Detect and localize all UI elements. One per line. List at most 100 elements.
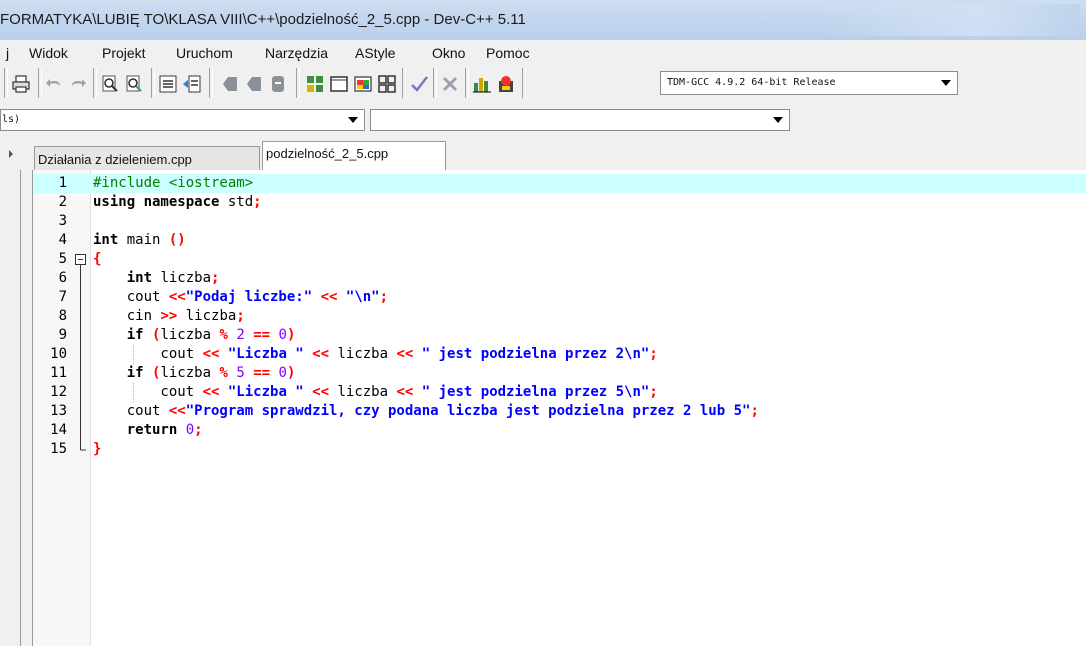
code-line[interactable]: 14 return 0; xyxy=(33,421,1086,440)
toolbar-separator xyxy=(465,68,469,98)
tab-label: Działania z dzieleniem.cpp xyxy=(38,152,192,167)
code-line[interactable]: 7 cout <<"Podaj liczbe:" << "\n"; xyxy=(33,288,1086,307)
tab-podzielnosc[interactable]: podzielność_2_5.cpp xyxy=(262,141,446,170)
bookmark-next-icon[interactable] xyxy=(244,74,264,94)
menu-item-pomoc[interactable]: Pomoc xyxy=(486,45,530,61)
chevron-down-icon xyxy=(773,117,783,123)
chevron-down-icon xyxy=(941,80,951,86)
undo-icon[interactable] xyxy=(45,74,65,94)
tab-dzialania[interactable]: Działania z dzieleniem.cpp xyxy=(34,146,260,170)
code-token: << xyxy=(396,384,414,400)
run-icon[interactable] xyxy=(329,74,349,94)
compiler-select[interactable]: TDM-GCC 4.9.2 64-bit Release xyxy=(660,71,958,95)
code-token: 0 xyxy=(278,365,287,381)
menu-item-widok[interactable]: Widok xyxy=(29,45,68,61)
code-text: if (liczba % 5 == 0) xyxy=(93,364,296,383)
chart-icon[interactable] xyxy=(472,74,492,94)
code-token: << xyxy=(202,384,220,400)
check-icon[interactable] xyxy=(409,74,429,94)
class-combo[interactable]: ls) xyxy=(0,109,365,131)
code-line[interactable]: 5{ xyxy=(33,250,1086,269)
indent-icon[interactable] xyxy=(158,74,178,94)
code-text: cout << "Liczba " << liczba << " jest po… xyxy=(93,383,658,402)
code-token: << xyxy=(312,384,330,400)
code-token: "Liczba " xyxy=(227,384,304,400)
code-token: main xyxy=(118,232,169,248)
code-line[interactable]: 10 cout << "Liczba " << liczba << " jest… xyxy=(33,345,1086,364)
line-number: 11 xyxy=(50,365,67,381)
code-token: "Program sprawdzil, czy podana liczba je… xyxy=(185,403,751,419)
code-line[interactable]: 2 using namespace std; xyxy=(33,193,1086,212)
menu-item-uruchom[interactable]: Uruchom xyxy=(176,45,233,61)
code-token: 0 xyxy=(278,327,287,343)
menu-item-astyle[interactable]: AStyle xyxy=(355,45,395,61)
line-number: 2 xyxy=(58,194,67,210)
code-token: int xyxy=(126,270,153,286)
code-token: 0 xyxy=(185,422,195,438)
rebuild-icon[interactable] xyxy=(377,74,397,94)
fold-line xyxy=(80,402,81,421)
code-line[interactable]: 12 cout << "Liczba " << liczba << " jest… xyxy=(33,383,1086,402)
code-line[interactable]: 6 int liczba; xyxy=(33,269,1086,288)
menu-item-narzedzia[interactable]: Narzędzia xyxy=(265,45,328,61)
compile-run-icon[interactable] xyxy=(353,74,373,94)
code-editor[interactable]: 1 #include <iostream> 2 using namespace std… xyxy=(33,170,1086,646)
toolbar-separator xyxy=(209,68,213,98)
redo-icon[interactable] xyxy=(67,74,87,94)
code-text: cout << "Liczba " << liczba << " jest po… xyxy=(93,345,657,364)
print-icon[interactable] xyxy=(11,74,31,94)
toggle-bookmark-icon[interactable] xyxy=(268,74,288,94)
code-line[interactable]: 13 cout <<"Program sprawdzil, czy podana… xyxy=(33,402,1086,421)
code-token: return xyxy=(126,422,178,438)
chevron-down-icon xyxy=(348,117,358,123)
line-number: 14 xyxy=(50,422,67,438)
unindent-icon[interactable] xyxy=(182,74,202,94)
code-text: using namespace std; xyxy=(93,193,262,212)
code-token: cin xyxy=(93,308,161,324)
code-text: cout <<"Program sprawdzil, czy podana li… xyxy=(93,402,759,421)
code-token: liczba xyxy=(152,270,212,286)
find-icon[interactable] xyxy=(100,74,120,94)
code-line[interactable]: 3 xyxy=(33,212,1086,231)
menu-item-projekt[interactable]: Projekt xyxy=(102,45,146,61)
code-line[interactable]: 1 #include <iostream> xyxy=(33,174,1086,193)
replace-icon[interactable] xyxy=(124,74,144,94)
code-token: "\n" xyxy=(345,289,380,305)
fold-line xyxy=(80,326,81,345)
code-line[interactable]: 9 if (liczba % 2 == 0) xyxy=(33,326,1086,345)
code-line[interactable]: 11 if (liczba % 5 == 0) xyxy=(33,364,1086,383)
code-line[interactable]: 15} xyxy=(33,440,1086,459)
profile-icon[interactable] xyxy=(496,74,516,94)
code-token: int xyxy=(93,232,119,248)
member-combo[interactable] xyxy=(370,109,790,131)
code-token: { xyxy=(93,251,102,267)
compile-icon[interactable] xyxy=(305,74,325,94)
code-line[interactable]: 8 cin >> liczba; xyxy=(33,307,1086,326)
code-token: "Liczba " xyxy=(227,346,304,362)
stop-icon[interactable] xyxy=(440,74,460,94)
tab-scroll-right-icon[interactable] xyxy=(0,144,24,164)
code-token: 5 xyxy=(236,365,245,381)
code-token: ) xyxy=(286,365,296,381)
menu-item-okno[interactable]: Okno xyxy=(432,45,465,61)
code-token: liczba xyxy=(160,327,220,343)
fold-line xyxy=(80,364,81,383)
code-token: ; xyxy=(379,289,389,305)
code-line[interactable]: 4 int main () xyxy=(33,231,1086,250)
code-token: cout xyxy=(93,384,203,400)
code-token: ; xyxy=(649,384,658,400)
code-token: if xyxy=(126,365,144,381)
fold-collapse-icon[interactable] xyxy=(74,250,88,269)
code-text: return 0; xyxy=(93,421,203,440)
menu-item-partial[interactable]: j xyxy=(6,45,9,61)
toolbar-separator xyxy=(402,68,406,98)
bookmark-prev-icon[interactable] xyxy=(220,74,240,94)
